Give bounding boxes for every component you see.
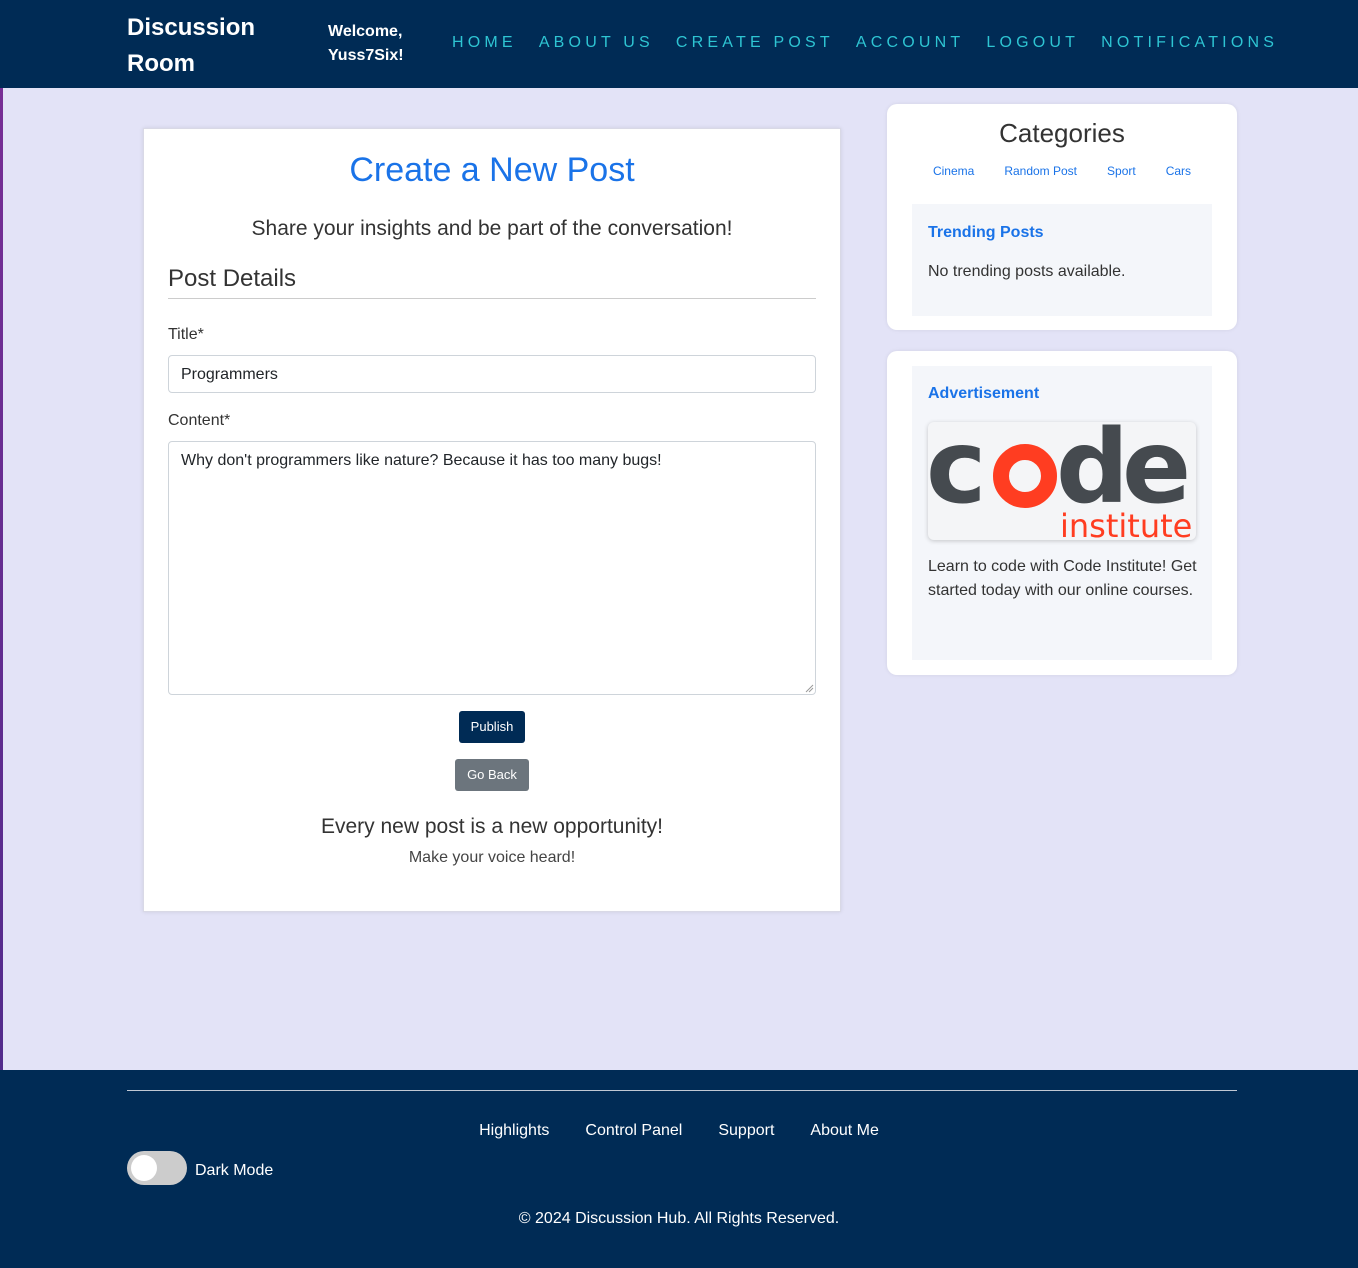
dark-mode-toggle[interactable] (127, 1151, 187, 1185)
content-label: Content* (168, 412, 231, 429)
resize-handle-icon[interactable] (804, 683, 814, 693)
motivation-heading: Every new post is a new opportunity! (320, 815, 663, 838)
categories-card: Categories Cinema Random Post Sport Cars… (887, 104, 1237, 330)
motivation-text: Make your voice heard! (408, 849, 576, 866)
username: Yuss7Six! (328, 47, 404, 64)
top-navbar: Discussion Room Welcome, Yuss7Six! HOME … (0, 0, 1358, 88)
copyright-text: © 2024 Discussion Hub. All Rights Reserv… (518, 1210, 840, 1227)
code-institute-logo[interactable]: c de institute (928, 422, 1196, 540)
title-label: Title* (168, 326, 204, 343)
page-subtitle: Share your insights and be part of the c… (251, 217, 733, 240)
dark-mode-label: Dark Mode (195, 1162, 274, 1179)
brand-logo[interactable]: Discussion Room (127, 10, 287, 82)
footer-link-support[interactable]: Support (718, 1122, 774, 1140)
nav-notifications[interactable]: NOTIFICATIONS (1101, 33, 1278, 53)
section-heading: Post Details (168, 265, 297, 292)
welcome-line: Welcome, (328, 23, 403, 40)
trending-posts-box: Trending Posts No trending posts availab… (912, 204, 1212, 316)
title-input[interactable]: Programmers (168, 355, 816, 393)
page-footer: Highlights Control Panel Support About M… (0, 1070, 1358, 1268)
footer-link-about-me[interactable]: About Me (810, 1122, 878, 1140)
nav-about-us[interactable]: ABOUT US (539, 33, 654, 53)
section-divider (168, 298, 816, 299)
nav-account[interactable]: ACCOUNT (856, 33, 965, 53)
category-sport[interactable]: Sport (1107, 164, 1136, 178)
content-textarea[interactable]: Why don't programmers like nature? Becau… (168, 441, 816, 695)
logo-subtext: institute (1060, 507, 1192, 540)
footer-divider (127, 1090, 1237, 1091)
category-cinema[interactable]: Cinema (933, 164, 974, 178)
categories-title: Categories (999, 118, 1125, 148)
footer-link-control-panel[interactable]: Control Panel (585, 1122, 682, 1140)
category-cars[interactable]: Cars (1166, 164, 1191, 178)
go-back-button[interactable]: Go Back (455, 759, 529, 791)
trending-title: Trending Posts (928, 224, 1044, 241)
publish-button[interactable]: Publish (459, 711, 525, 743)
main-nav: HOME ABOUT US CREATE POST ACCOUNT LOGOUT… (452, 33, 1300, 53)
trending-empty-text: No trending posts available. (928, 263, 1126, 280)
svg-text:c: c (928, 422, 980, 527)
advertisement-box: Advertisement c de institute Learn to co… (912, 366, 1212, 660)
advertisement-text: Learn to code with Code Institute! Get s… (928, 558, 1197, 599)
category-list: Cinema Random Post Sport Cars (887, 164, 1237, 178)
create-post-card: Create a New Post Share your insights an… (143, 128, 841, 912)
advertisement-card: Advertisement c de institute Learn to co… (887, 351, 1237, 675)
nav-create-post[interactable]: CREATE POST (676, 33, 834, 53)
advertisement-title: Advertisement (928, 385, 1040, 402)
footer-nav: Highlights Control Panel Support About M… (0, 1122, 1358, 1140)
welcome-message: Welcome, Yuss7Six! (328, 20, 404, 68)
toggle-knob (131, 1155, 157, 1181)
page-title: Create a New Post (349, 151, 635, 189)
nav-home[interactable]: HOME (452, 33, 517, 53)
nav-logout[interactable]: LOGOUT (986, 33, 1079, 53)
footer-link-highlights[interactable]: Highlights (479, 1122, 549, 1140)
category-random-post[interactable]: Random Post (1004, 164, 1077, 178)
